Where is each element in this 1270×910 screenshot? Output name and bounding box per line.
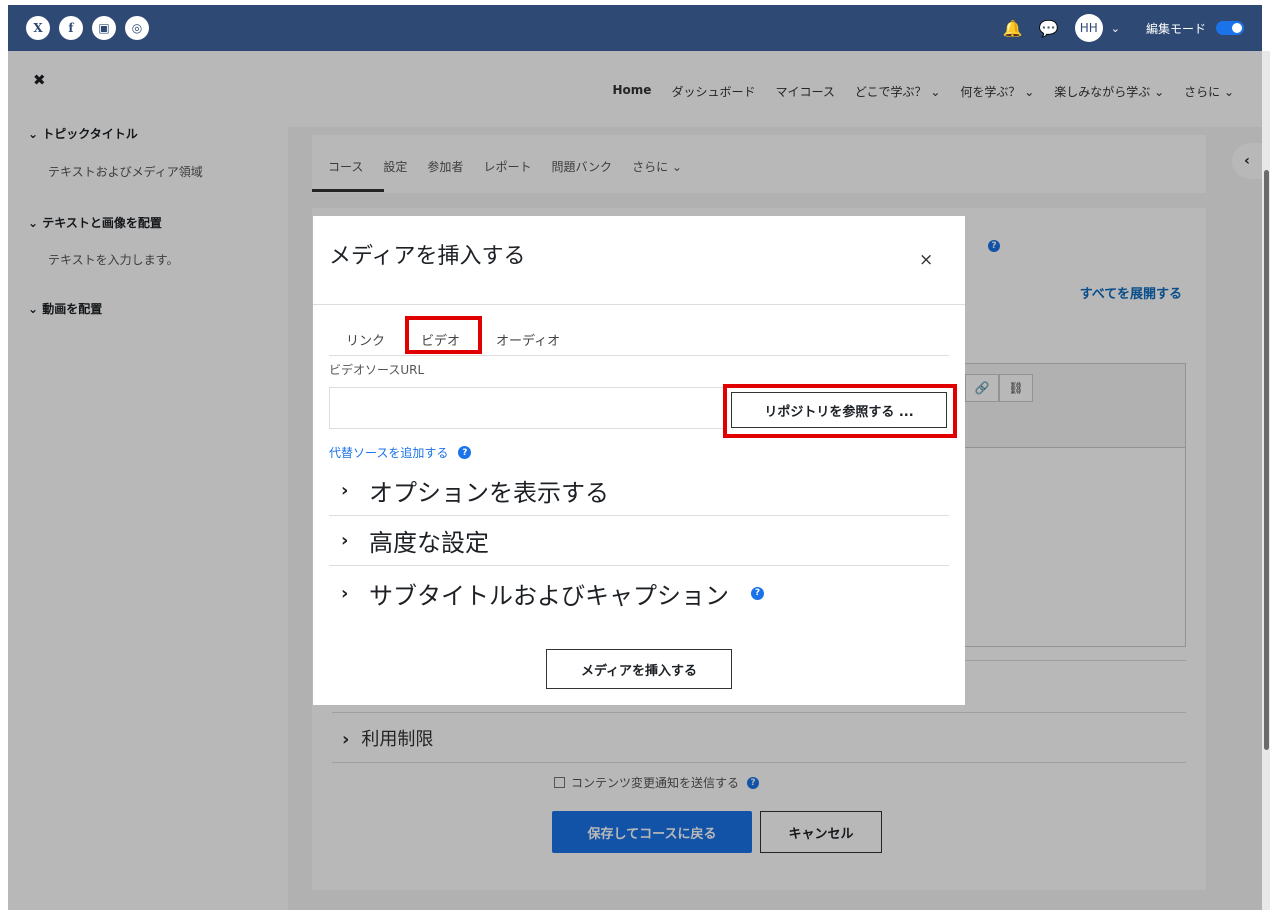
accordion-subtitles-captions[interactable]: › サブタイトルおよびキャプション ? bbox=[329, 568, 949, 618]
youtube-icon[interactable]: ▣ bbox=[92, 16, 116, 40]
close-icon[interactable]: × bbox=[919, 250, 933, 270]
user-controls: 🔔 💬 HH ⌄ 編集モード bbox=[1003, 14, 1244, 42]
video-source-url-input[interactable] bbox=[329, 387, 725, 429]
chevron-down-icon[interactable]: ⌄ bbox=[1111, 22, 1120, 35]
help-icon[interactable]: ? bbox=[458, 446, 472, 459]
insert-media-button[interactable]: メディアを挿入する bbox=[546, 649, 732, 689]
avatar[interactable]: HH bbox=[1074, 14, 1103, 42]
edit-mode-label: 編集モード bbox=[1145, 21, 1206, 36]
accordion-label: オプションを表示する bbox=[369, 478, 609, 507]
top-navbar: X f ▣ ◎ 🔔 💬 HH ⌄ 編集モード bbox=[8, 5, 1262, 51]
tab-audio[interactable]: オーディオ bbox=[496, 330, 560, 349]
chevron-right-icon: › bbox=[341, 479, 349, 501]
add-alternative-source-row: 代替ソースを追加する ? bbox=[329, 444, 472, 461]
facebook-icon[interactable]: f bbox=[59, 16, 83, 40]
chevron-right-icon: › bbox=[341, 582, 349, 604]
social-links: X f ▣ ◎ bbox=[26, 16, 149, 40]
edit-mode-toggle[interactable] bbox=[1216, 21, 1244, 35]
highlight-box-browse-button bbox=[723, 384, 957, 438]
accordion-label: 高度な設定 bbox=[369, 528, 489, 557]
accordion-display-options[interactable]: › オプションを表示する bbox=[329, 465, 949, 515]
highlight-box-video-tab bbox=[405, 316, 482, 354]
insert-media-dialog: メディアを挿入する × リンク ビデオ オーディオ ビデオソースURL リポジト… bbox=[313, 216, 965, 705]
chevron-right-icon: › bbox=[341, 529, 349, 551]
chat-icon[interactable]: 💬 bbox=[1039, 19, 1059, 38]
accordion-label: サブタイトルおよびキャプション bbox=[369, 581, 729, 610]
accordion-advanced-settings[interactable]: › 高度な設定 bbox=[329, 515, 949, 565]
scrollbar-thumb[interactable] bbox=[1264, 170, 1269, 750]
divider bbox=[329, 565, 949, 566]
bell-icon[interactable]: 🔔 bbox=[1003, 19, 1023, 38]
instagram-icon[interactable]: ◎ bbox=[125, 16, 149, 40]
help-icon[interactable]: ? bbox=[751, 586, 764, 600]
video-source-url-label: ビデオソースURL bbox=[329, 363, 425, 377]
add-alternative-source-link[interactable]: 代替ソースを追加する bbox=[329, 444, 448, 461]
x-icon[interactable]: X bbox=[26, 16, 50, 40]
dialog-title: メディアを挿入する bbox=[329, 244, 526, 269]
tab-link[interactable]: リンク bbox=[346, 330, 385, 349]
divider bbox=[313, 304, 965, 305]
